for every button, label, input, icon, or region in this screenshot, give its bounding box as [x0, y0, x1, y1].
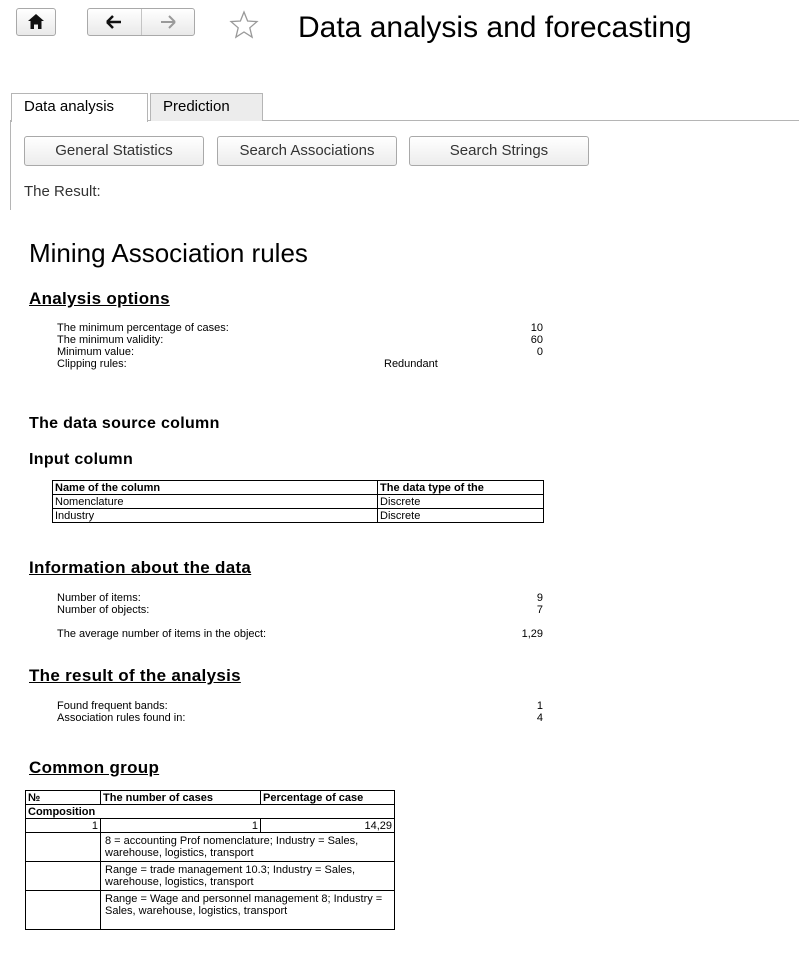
table-cell: 1 — [100, 818, 261, 833]
panel-border — [10, 120, 11, 210]
option-label: The minimum validity: — [57, 334, 164, 346]
table-cell: Discrete — [377, 494, 544, 509]
page-title: Data analysis and forecasting — [298, 11, 692, 44]
option-label: Minimum value: — [57, 346, 135, 358]
table-row: 1 1 14,29 — [25, 818, 395, 833]
tab-prediction[interactable]: Prediction — [150, 93, 263, 121]
table-row: Range = trade management 10.3; Industry … — [25, 861, 395, 891]
option-value: 60 — [530, 334, 543, 346]
report-title: Mining Association rules — [29, 238, 308, 268]
table-row: Range = Wage and personnel management 8;… — [25, 890, 395, 930]
info-label: Number of objects: — [57, 604, 150, 616]
composition-item: Range = trade management 10.3; Industry … — [100, 861, 395, 891]
info-value: 1,29 — [521, 628, 543, 640]
input-column-table: Name of the column The data type of the … — [52, 480, 544, 523]
result-value: 1 — [536, 700, 543, 712]
table-header: The data type of the — [377, 480, 544, 495]
table-cell: Nomenclature — [52, 494, 378, 509]
back-button[interactable] — [88, 9, 141, 35]
table-cell: 14,29 — [260, 818, 395, 833]
table-header: Name of the column — [52, 480, 378, 495]
general-statistics-button[interactable]: General Statistics — [24, 136, 204, 166]
info-label: Number of items: — [57, 592, 141, 604]
table-header: The number of cases — [100, 790, 261, 805]
composition-label: Composition — [25, 804, 395, 819]
composition-item: 8 = accounting Prof nomenclature; Indust… — [100, 832, 395, 862]
table-header: Percentage of case — [260, 790, 395, 805]
data-source-heading: The data source column — [29, 415, 220, 432]
result-value: 4 — [536, 712, 543, 724]
home-button[interactable] — [16, 8, 56, 36]
table-row: Nomenclature Discrete — [52, 494, 544, 509]
forward-button[interactable] — [140, 9, 195, 35]
result-label: The Result: — [24, 183, 101, 200]
result-label-row: Found frequent bands: — [57, 700, 168, 712]
common-group-heading: Common group — [29, 758, 160, 777]
info-value: 7 — [536, 604, 543, 616]
option-label: Clipping rules: — [57, 358, 127, 370]
search-associations-button[interactable]: Search Associations — [217, 136, 397, 166]
info-heading: Information about the data — [29, 558, 252, 577]
star-icon[interactable] — [229, 10, 259, 40]
result-label-row: Association rules found in: — [57, 712, 186, 724]
table-row: 8 = accounting Prof nomenclature; Indust… — [25, 832, 395, 862]
table-header: № — [25, 790, 101, 805]
info-value: 9 — [536, 592, 543, 604]
option-value: Redundant — [384, 358, 438, 370]
search-strings-button[interactable]: Search Strings — [409, 136, 589, 166]
tab-data-analysis[interactable]: Data analysis — [11, 93, 148, 122]
arrow-right-icon — [160, 15, 176, 29]
analysis-options-heading: Analysis options — [29, 289, 170, 308]
composition-item: Range = Wage and personnel management 8;… — [100, 890, 395, 930]
option-label: The minimum percentage of cases: — [57, 322, 229, 334]
option-value: 0 — [536, 346, 543, 358]
input-column-heading: Input column — [29, 451, 134, 468]
arrow-left-icon — [106, 15, 122, 29]
table-cell: Industry — [52, 508, 378, 523]
navigation-buttons — [87, 8, 195, 36]
table-cell: 1 — [25, 818, 101, 833]
home-icon — [28, 14, 44, 29]
table-cell: Discrete — [377, 508, 544, 523]
common-group-table: № The number of cases Percentage of case… — [25, 790, 395, 930]
table-row: Industry Discrete — [52, 508, 544, 523]
result-heading: The result of the analysis — [29, 666, 241, 685]
option-value: 10 — [530, 322, 543, 334]
info-label: The average number of items in the objec… — [57, 628, 267, 640]
